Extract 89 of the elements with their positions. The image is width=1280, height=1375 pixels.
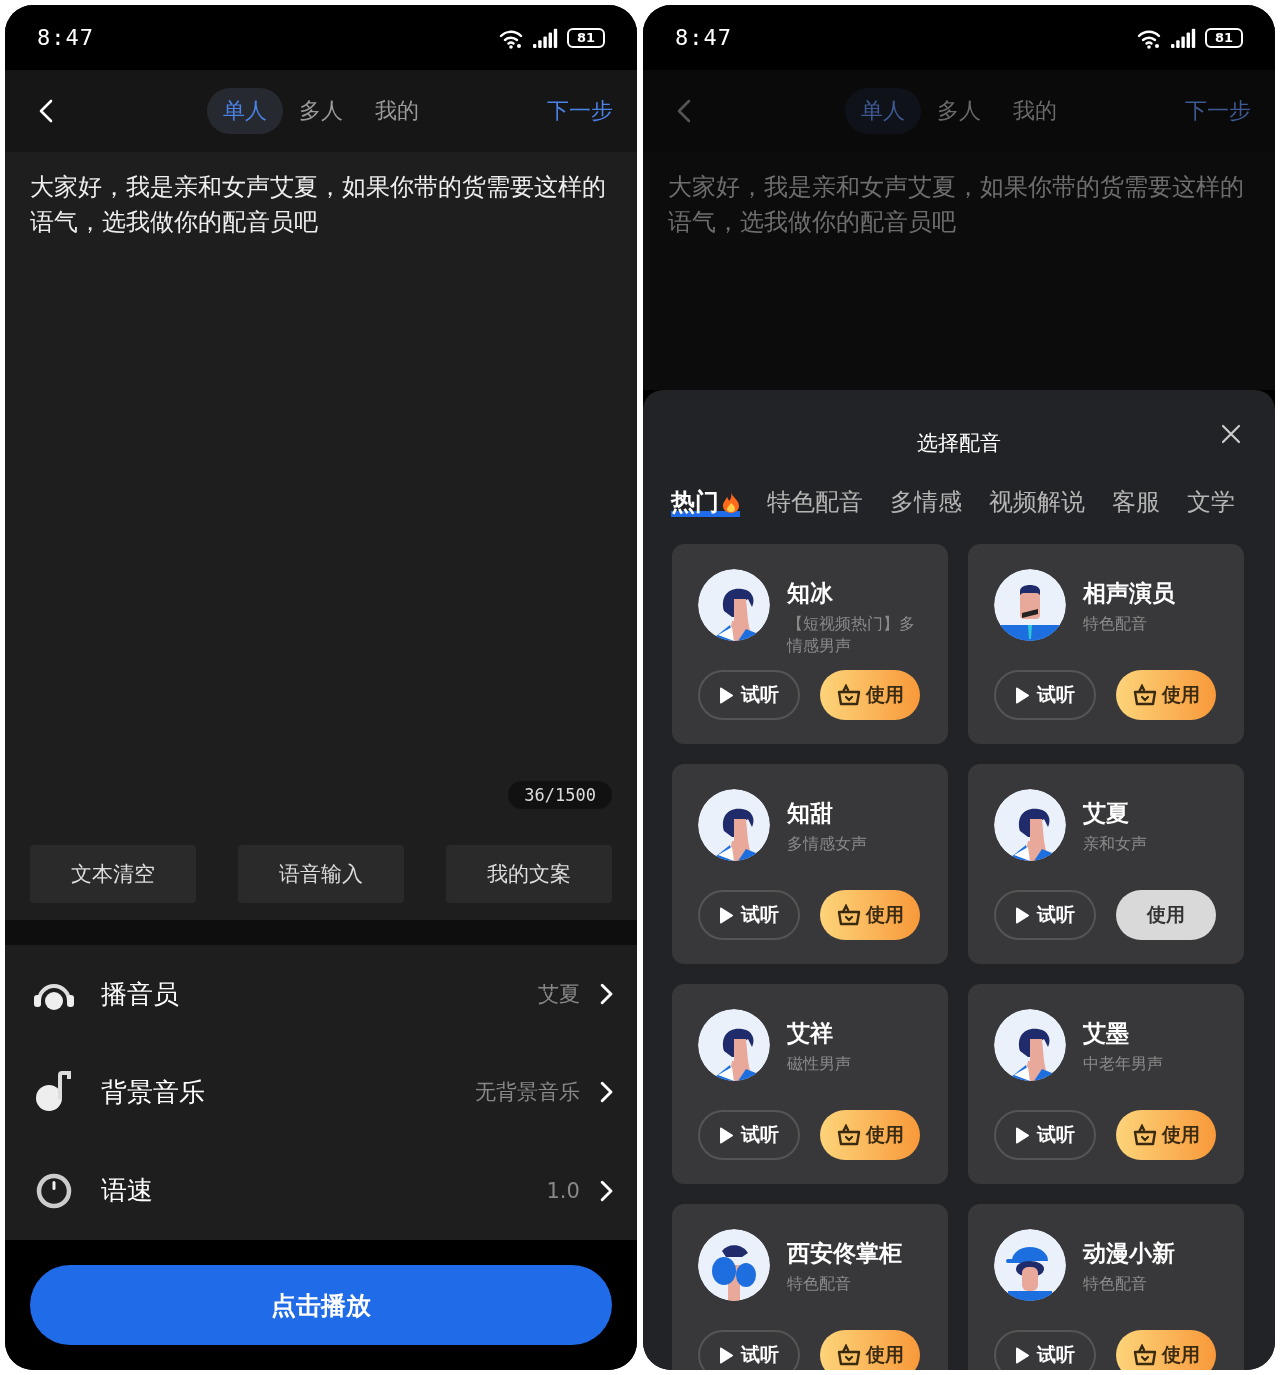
category-tab[interactable]: 视频解说 [989,484,1085,520]
voice-description: 特色配音 [787,1274,852,1295]
mode-tab[interactable]: 我的 [997,88,1073,134]
avatar-icon [994,1009,1066,1081]
chevron-right-icon [599,1179,613,1202]
use-button[interactable]: 使用 [1116,890,1216,940]
preview-button[interactable]: 试听 [698,890,800,940]
preview-button[interactable]: 试听 [994,890,1096,940]
mode-tab[interactable]: 我的 [359,88,435,134]
script-text[interactable]: 大家好，我是亲和女声艾夏，如果你带的货需要这样的语气，选我做你的配音员吧 [30,170,610,240]
voice-name: 相声演员 [1083,579,1176,608]
basket-icon [836,684,861,706]
setting-label: 播音员 [101,977,179,1011]
avatar-icon [698,569,770,641]
voice-description: 【短视频热门】多情感男声 [787,614,916,657]
use-button[interactable]: 使用 [820,890,920,940]
voice-name: 知冰 [787,579,834,608]
basket-icon [1132,1344,1157,1366]
use-button[interactable]: 使用 [1116,1110,1216,1160]
play-icon [719,906,733,924]
voice-name: 艾夏 [1083,799,1130,828]
avatar-icon [698,789,770,861]
use-button[interactable]: 使用 [1116,670,1216,720]
voice-name: 知甜 [787,799,834,828]
setting-value[interactable]: 1.0 [546,1178,580,1203]
play-button[interactable]: 点击播放 [30,1265,612,1345]
basket-icon [836,1124,861,1146]
voice-name: 动漫小新 [1083,1239,1176,1268]
voice-name: 艾祥 [787,1019,834,1048]
voice-description: 多情感女声 [787,834,868,855]
play-icon [1015,686,1029,704]
voice-description: 特色配音 [1083,1274,1148,1295]
mode-tab[interactable]: 多人 [283,88,359,134]
battery-indicator: 81 [567,27,605,48]
avatar-icon [994,1229,1066,1301]
basket-icon [1132,684,1157,706]
preview-button[interactable]: 试听 [698,670,800,720]
play-icon [1015,906,1029,924]
preview-button[interactable]: 试听 [994,670,1096,720]
next-step-link[interactable]: 下一步 [547,96,613,126]
voice-description: 中老年男声 [1083,1054,1164,1075]
setting-label: 语速 [101,1174,153,1208]
play-icon [1015,1126,1029,1144]
category-tab[interactable]: 文学 [1187,484,1235,520]
sheet-title: 选择配音 [917,430,1001,457]
chevron-right-icon [599,983,613,1006]
battery-indicator: 81 [1205,27,1243,48]
signal-icon [1171,27,1197,48]
play-icon [1015,1346,1029,1364]
basket-icon [1132,1124,1157,1146]
clock-time: 8:47 [675,25,732,50]
setting-value[interactable]: 无背景音乐 [474,1078,580,1107]
category-tab[interactable]: 多情感 [890,484,962,520]
voice-description: 亲和女声 [1083,834,1148,855]
voice-description: 磁性男声 [787,1054,852,1075]
signal-icon [533,27,559,48]
category-tab[interactable]: 客服 [1112,484,1160,520]
editor-action-button[interactable]: 文本清空 [30,845,196,903]
play-icon [719,686,733,704]
use-button[interactable]: 使用 [1116,1330,1216,1370]
basket-icon [836,1344,861,1366]
character-counter: 36/1500 [508,781,612,809]
play-icon [719,1126,733,1144]
setting-value[interactable]: 艾夏 [537,980,580,1009]
editor-action-button[interactable]: 语音输入 [238,845,404,903]
preview-button[interactable]: 试听 [698,1110,800,1160]
use-button[interactable]: 使用 [820,1330,920,1370]
preview-button[interactable]: 试听 [698,1330,800,1370]
script-text: 大家好，我是亲和女声艾夏，如果你带的货需要这样的语气，选我做你的配音员吧 [668,172,1245,238]
mode-tab[interactable]: 多人 [921,88,997,134]
voice-name: 艾墨 [1083,1019,1130,1048]
chevron-right-icon [599,1081,613,1104]
voice-description: 特色配音 [1083,614,1148,635]
avatar-icon [994,569,1066,641]
avatar-icon [994,789,1066,861]
clock-time: 8:47 [37,25,94,50]
avatar-icon [698,1009,770,1081]
preview-button[interactable]: 试听 [994,1110,1096,1160]
use-button[interactable]: 使用 [820,670,920,720]
voice-name: 西安佟掌柜 [787,1239,903,1268]
play-icon [719,1346,733,1364]
mode-tab[interactable]: 单人 [207,88,283,134]
basket-icon [836,904,861,926]
category-tab[interactable]: 特色配音 [767,484,863,520]
editor-action-button[interactable]: 我的文案 [446,845,612,903]
preview-button[interactable]: 试听 [994,1330,1096,1370]
avatar-icon [698,1229,770,1301]
setting-label: 背景音乐 [101,1076,205,1109]
use-button[interactable]: 使用 [820,1110,920,1160]
